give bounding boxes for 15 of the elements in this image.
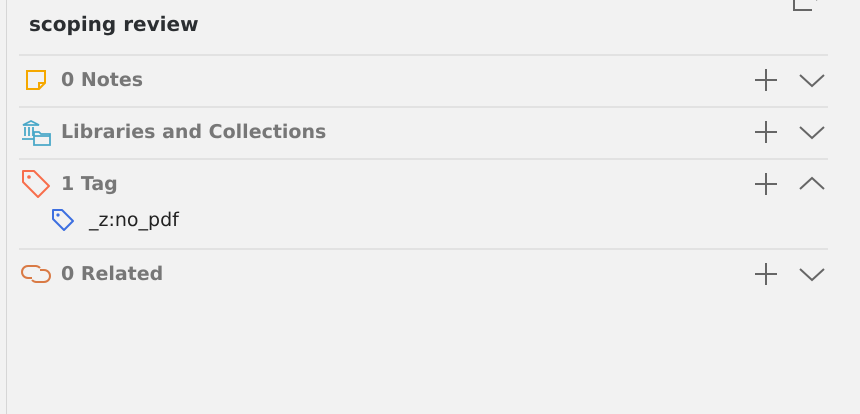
- section-title: Libraries and Collections: [61, 121, 328, 143]
- item-title: scoping review: [29, 12, 199, 36]
- tag-item[interactable]: _z:no_pdf: [89, 209, 179, 231]
- section-title: 1 Tag: [61, 173, 119, 195]
- link-icon: [20, 262, 52, 286]
- library-folder-icon: [20, 118, 52, 146]
- add-button[interactable]: [752, 118, 780, 146]
- tag-icon: [51, 208, 75, 232]
- add-button[interactable]: [752, 66, 780, 94]
- note-icon: [23, 67, 49, 93]
- add-button[interactable]: [752, 260, 780, 288]
- add-button[interactable]: [752, 170, 780, 198]
- section-title: 0 Related: [61, 263, 164, 285]
- tag-icon: [21, 169, 51, 199]
- section-title: 0 Notes: [61, 69, 144, 91]
